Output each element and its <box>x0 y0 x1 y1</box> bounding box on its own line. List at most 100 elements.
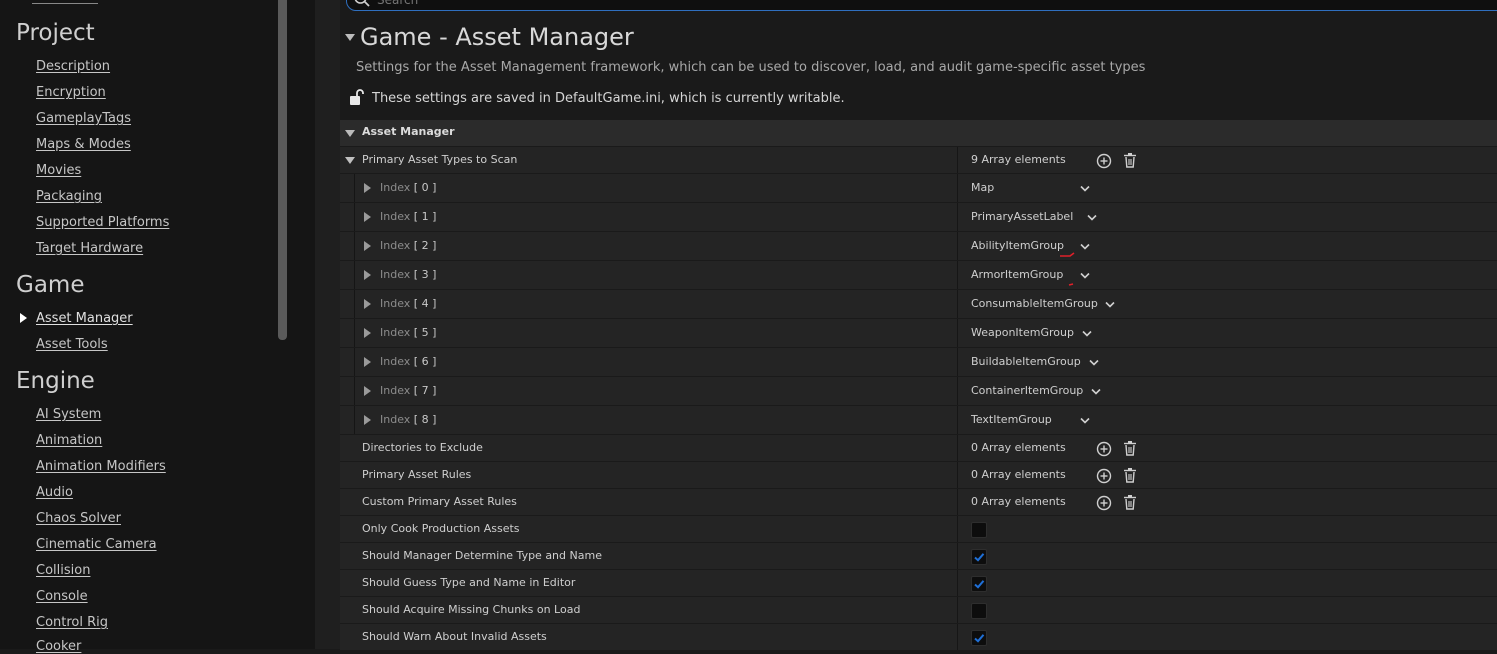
column-divider[interactable] <box>957 624 958 650</box>
expand-arrow-icon[interactable] <box>364 212 371 222</box>
column-divider[interactable] <box>957 348 958 376</box>
column-divider[interactable] <box>957 203 958 231</box>
column-divider[interactable] <box>957 377 958 405</box>
column-divider[interactable] <box>957 462 958 488</box>
expand-arrow-icon[interactable] <box>364 386 371 396</box>
add-element-icon[interactable] <box>1096 468 1112 484</box>
sidebar-item-maps-modes[interactable]: Maps & Modes <box>36 137 131 152</box>
trash-icon[interactable] <box>1122 467 1138 483</box>
sidebar-item-cooker[interactable]: Cooker <box>36 639 81 654</box>
collapse-caret-icon[interactable] <box>345 130 355 137</box>
index-label: Index [ 6 ] <box>380 355 436 368</box>
sidebar-item-description[interactable]: Description <box>36 59 110 74</box>
add-element-icon[interactable] <box>1096 441 1112 457</box>
column-divider[interactable] <box>957 290 958 318</box>
column-divider[interactable] <box>957 543 958 569</box>
page-title: Game - Asset Manager <box>360 23 634 51</box>
sidebar-item-ai-system[interactable]: AI System <box>36 407 101 422</box>
checkbox-checked[interactable] <box>971 576 987 592</box>
sidebar-item-chaos-solver[interactable]: Chaos Solver <box>36 511 121 526</box>
checkbox-checked[interactable] <box>971 630 987 646</box>
sidebar-item-encryption[interactable]: Encryption <box>36 85 106 100</box>
chevron-down-icon[interactable] <box>1081 330 1093 338</box>
sidebar-item-movies[interactable]: Movies <box>36 163 81 178</box>
chevron-down-icon[interactable] <box>1079 185 1091 193</box>
sidebar-scrollbar[interactable] <box>278 0 287 340</box>
trash-icon[interactable] <box>1122 440 1138 456</box>
column-divider[interactable] <box>957 489 958 515</box>
add-element-icon[interactable] <box>1096 495 1112 511</box>
sidebar-item-supported-platforms[interactable]: Supported Platforms <box>36 215 169 230</box>
search-input[interactable] <box>375 0 1279 10</box>
asset-type-dropdown[interactable]: Map <box>971 181 994 194</box>
index-label: Index [ 2 ] <box>380 239 436 252</box>
sidebar-item-animation[interactable]: Animation <box>36 433 102 448</box>
sidebar-item-cinematic-camera[interactable]: Cinematic Camera <box>36 537 157 552</box>
chevron-down-icon[interactable] <box>1090 388 1102 396</box>
sidebar-item-animation-modifiers[interactable]: Animation Modifiers <box>36 459 166 474</box>
asset-type-dropdown[interactable]: ConsumableItemGroup <box>971 297 1098 310</box>
column-divider[interactable] <box>957 435 958 461</box>
asset-type-dropdown[interactable]: AbilityItemGroup <box>971 239 1064 252</box>
chevron-down-icon[interactable] <box>1104 301 1116 309</box>
index-word: Index <box>380 413 411 426</box>
asset-type-dropdown[interactable]: WeaponItemGroup <box>971 326 1074 339</box>
add-element-icon[interactable] <box>1096 153 1112 169</box>
sidebar-item-console[interactable]: Console <box>36 589 88 604</box>
panel-divider <box>315 0 340 649</box>
checkbox-checked[interactable] <box>971 549 987 565</box>
sidebar-item-audio[interactable]: Audio <box>36 485 73 500</box>
sidebar-item-packaging[interactable]: Packaging <box>36 189 102 204</box>
asset-type-dropdown[interactable]: ContainerItemGroup <box>971 384 1083 397</box>
page-description: Settings for the Asset Management framew… <box>356 60 1146 75</box>
trash-icon[interactable] <box>1122 494 1138 510</box>
column-divider[interactable] <box>957 516 958 542</box>
checkbox-unchecked[interactable] <box>971 522 987 538</box>
indent-guide <box>354 377 355 405</box>
expand-arrow-icon[interactable] <box>364 183 371 193</box>
index-word: Index <box>380 239 411 252</box>
sidebar-item-asset-tools[interactable]: Asset Tools <box>36 337 108 352</box>
asset-type-dropdown[interactable]: PrimaryAssetLabel <box>971 210 1073 223</box>
chevron-down-icon[interactable] <box>1079 272 1091 280</box>
column-divider[interactable] <box>957 406 958 434</box>
sidebar-item-control-rig[interactable]: Control Rig <box>36 615 108 630</box>
asset-type-dropdown[interactable]: TextItemGroup <box>971 413 1052 426</box>
sidebar-section-game: Game <box>16 272 85 298</box>
chevron-down-icon[interactable] <box>1079 243 1091 251</box>
section-header-asset-manager[interactable]: Asset Manager <box>340 120 1497 146</box>
column-divider[interactable] <box>957 597 958 623</box>
search-box[interactable] <box>346 0 1497 11</box>
indent-guide <box>354 319 355 347</box>
column-divider[interactable] <box>957 570 958 596</box>
expand-arrow-icon[interactable] <box>364 415 371 425</box>
chevron-down-icon[interactable] <box>1079 417 1091 425</box>
asset-type-dropdown[interactable]: ArmorItemGroup <box>971 268 1063 281</box>
expand-arrow-icon[interactable] <box>364 299 371 309</box>
sidebar-item-target-hardware[interactable]: Target Hardware <box>36 241 143 256</box>
column-divider[interactable] <box>957 261 958 289</box>
details-panel: Game - Asset Manager Settings for the As… <box>340 0 1497 650</box>
chevron-down-icon[interactable] <box>1088 359 1100 367</box>
expand-arrow-icon[interactable] <box>364 270 371 280</box>
column-divider[interactable] <box>957 174 958 202</box>
column-divider[interactable] <box>957 319 958 347</box>
expand-arrow-icon[interactable] <box>364 357 371 367</box>
property-row-directories-to-exclude: Directories to Exclude 0 Array elements <box>340 434 1497 461</box>
selected-arrow-icon <box>20 313 27 323</box>
expand-caret-icon[interactable] <box>345 157 355 164</box>
chevron-down-icon[interactable] <box>1086 214 1098 222</box>
expand-arrow-icon[interactable] <box>364 328 371 338</box>
index-number: [ 8 ] <box>413 413 437 426</box>
asset-type-dropdown[interactable]: BuildableItemGroup <box>971 355 1081 368</box>
column-divider[interactable] <box>957 232 958 260</box>
sidebar-item-collision[interactable]: Collision <box>36 563 90 578</box>
expand-arrow-icon[interactable] <box>364 241 371 251</box>
column-divider[interactable] <box>957 147 958 173</box>
collapse-caret-icon[interactable] <box>345 34 355 41</box>
checkbox-unchecked[interactable] <box>971 603 987 619</box>
trash-icon[interactable] <box>1122 152 1138 168</box>
sidebar-item-asset-manager[interactable]: Asset Manager <box>36 311 133 326</box>
sidebar-item-gameplaytags[interactable]: GameplayTags <box>36 111 131 126</box>
checkmark-icon <box>974 553 985 562</box>
